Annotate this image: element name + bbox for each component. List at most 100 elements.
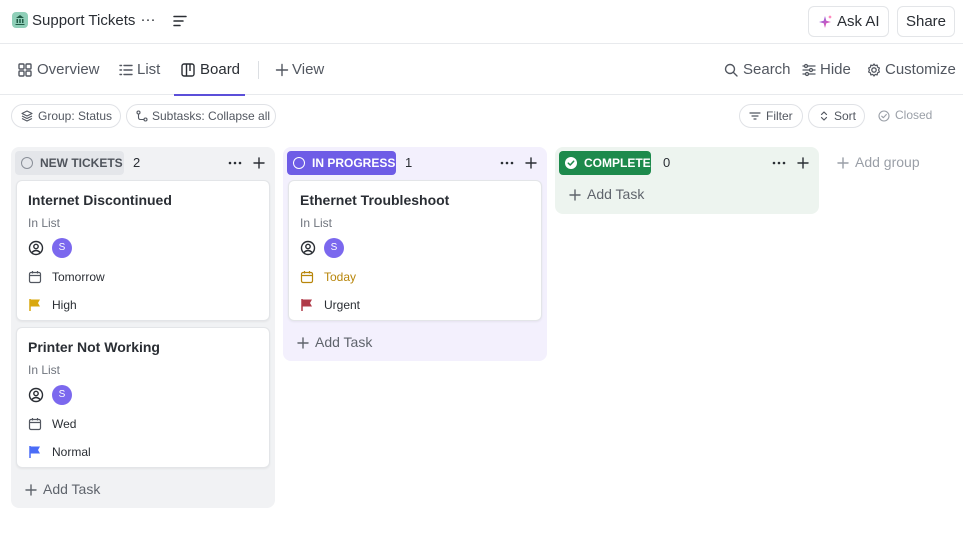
subtasks-chip[interactable]: Subtasks: Collapse all (126, 104, 276, 128)
gear-icon (868, 63, 880, 77)
more-options-icon[interactable] (498, 153, 516, 173)
add-task-button[interactable]: Add Task (297, 333, 397, 353)
tab-list[interactable]: List (119, 45, 163, 95)
due-date-label: Tomorrow (52, 270, 105, 284)
more-options-icon[interactable] (226, 153, 244, 173)
priority-label: Urgent (324, 298, 361, 312)
assignee[interactable]: S (28, 238, 88, 258)
tab-divider (258, 61, 259, 79)
due-date[interactable]: Tomorrow (28, 269, 148, 285)
filter-button[interactable]: Filter (739, 104, 803, 128)
add-task-button[interactable]: Add Task (25, 480, 125, 500)
column-count: 1 (405, 155, 413, 170)
hide-button[interactable]: Hide (802, 45, 852, 95)
check-circle-icon (878, 110, 890, 122)
customize-label: Customize (885, 61, 956, 78)
status-circle-icon (293, 157, 305, 169)
filter-icon (749, 112, 761, 120)
customize-button[interactable]: Customize (867, 45, 957, 95)
check-circle-icon (565, 157, 577, 169)
tab-board-label: Board (200, 61, 241, 78)
group-status-chip[interactable]: Group: Status (11, 104, 121, 128)
status-label: COMPLETE (584, 156, 651, 170)
view-tabs: Overview List Board View Search Hide Cus… (0, 45, 963, 96)
assignee-icon (28, 240, 44, 256)
assignee[interactable]: S (300, 238, 360, 258)
status-circle-icon (21, 157, 33, 169)
add-task-label: Add Task (43, 481, 101, 497)
flag-icon (29, 299, 40, 311)
add-task-plus-icon[interactable] (250, 153, 268, 173)
priority[interactable]: Normal (28, 444, 148, 460)
priority[interactable]: Urgent (300, 297, 420, 313)
assignee[interactable]: S (28, 385, 88, 405)
layers-icon (21, 110, 33, 122)
top-bar: Support Tickets ··· Ask AI Share (0, 0, 963, 44)
subtask-icon (136, 110, 148, 122)
column-complete: COMPLETE 0 Add Task (555, 147, 819, 214)
column-header: NEW TICKETS 2 (11, 147, 275, 179)
plus-icon (297, 337, 309, 349)
add-task-label: Add Task (587, 186, 645, 202)
menu-lines-icon[interactable] (172, 13, 188, 29)
calendar-icon (300, 271, 314, 284)
task-card[interactable]: Printer Not Working In List S Wed Normal (16, 327, 270, 468)
task-card[interactable]: Internet Discontinued In List S Tomorrow… (16, 180, 270, 321)
task-title[interactable]: Printer Not Working (28, 339, 160, 355)
avatar[interactable]: S (324, 238, 344, 258)
share-button[interactable]: Share (897, 6, 955, 37)
add-task-plus-icon[interactable] (794, 153, 812, 173)
status-pill-complete[interactable]: COMPLETE (559, 151, 651, 175)
avatar[interactable]: S (52, 385, 72, 405)
calendar-icon (28, 271, 42, 284)
add-task-label: Add Task (315, 334, 373, 350)
tab-list-label: List (137, 61, 161, 78)
status-pill-new-tickets[interactable]: NEW TICKETS (15, 151, 124, 175)
due-date[interactable]: Wed (28, 416, 148, 432)
more-options-icon[interactable]: ··· (139, 10, 157, 30)
ask-ai-label: Ask AI (837, 13, 880, 30)
priority[interactable]: High (28, 297, 148, 313)
closed-toggle[interactable]: Closed (878, 104, 938, 128)
add-view-button[interactable]: View (275, 45, 327, 95)
plus-icon (569, 189, 581, 201)
due-date-label: Wed (52, 417, 77, 431)
status-label: IN PROGRESS (312, 156, 396, 170)
assignee-icon (28, 387, 44, 403)
column-count: 0 (663, 155, 671, 170)
sparkle-icon (819, 15, 832, 28)
filter-label: Filter (766, 109, 793, 123)
due-date[interactable]: Today (300, 269, 420, 285)
sort-icon (820, 111, 828, 121)
sort-label: Sort (834, 109, 857, 123)
tab-overview[interactable]: Overview (18, 45, 100, 95)
ask-ai-button[interactable]: Ask AI (808, 6, 889, 37)
avatar[interactable]: S (52, 238, 72, 258)
tab-board[interactable]: Board (174, 45, 245, 96)
due-date-label: Today (324, 270, 357, 284)
plus-icon (275, 63, 289, 77)
page-title: Support Tickets (32, 12, 136, 29)
flag-icon (301, 299, 312, 311)
task-card[interactable]: Ethernet Troubleshoot In List S Today Ur… (288, 180, 542, 321)
task-title[interactable]: Ethernet Troubleshoot (300, 192, 449, 208)
add-task-plus-icon[interactable] (522, 153, 540, 173)
more-options-icon[interactable] (770, 153, 788, 173)
add-view-label: View (292, 61, 325, 78)
add-task-button[interactable]: Add Task (569, 185, 669, 205)
add-group-button[interactable]: Add group (837, 153, 937, 173)
task-title[interactable]: Internet Discontinued (28, 192, 172, 208)
status-pill-in-progress[interactable]: IN PROGRESS (287, 151, 396, 175)
column-count: 2 (133, 155, 141, 170)
task-list-location: In List (28, 216, 61, 230)
sort-button[interactable]: Sort (808, 104, 865, 128)
closed-label: Closed (895, 108, 933, 122)
space-icon[interactable] (12, 12, 28, 28)
search-icon (724, 63, 738, 77)
priority-label: Normal (52, 445, 91, 459)
column-header: COMPLETE 0 (555, 147, 819, 179)
task-list-location: In List (300, 216, 333, 230)
flag-icon (29, 446, 40, 458)
search-button[interactable]: Search (724, 45, 791, 95)
column-in-progress: IN PROGRESS 1 Ethernet Troubleshoot In L… (283, 147, 547, 361)
